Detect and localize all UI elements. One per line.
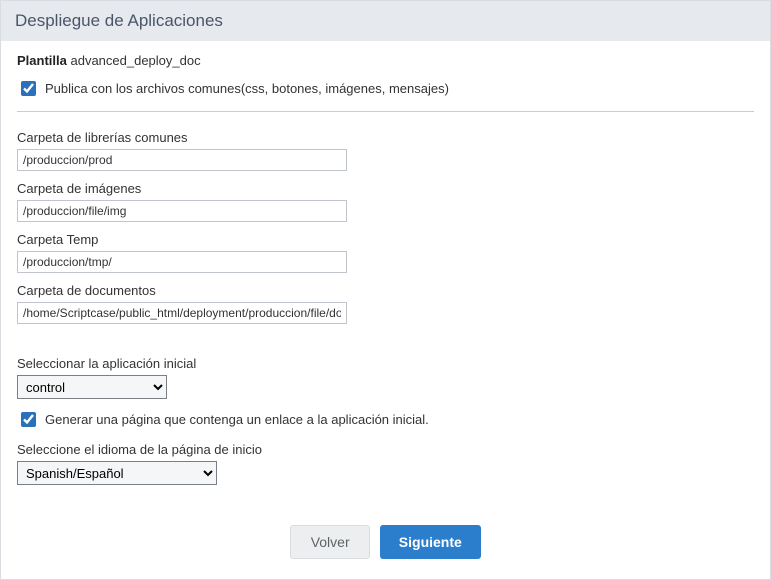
- template-name: advanced_deploy_doc: [70, 53, 200, 68]
- back-button[interactable]: Volver: [290, 525, 370, 559]
- initial-app-block: Seleccionar la aplicación inicial contro…: [17, 356, 754, 399]
- generate-link-checkbox[interactable]: [21, 412, 36, 427]
- separator: [17, 111, 754, 112]
- language-select[interactable]: Spanish/Español: [17, 461, 217, 485]
- initial-app-label: Seleccionar la aplicación inicial: [17, 356, 754, 371]
- field-img: Carpeta de imágenes: [17, 181, 754, 222]
- publish-common-label: Publica con los archivos comunes(css, bo…: [45, 81, 449, 96]
- initial-app-select[interactable]: control: [17, 375, 167, 399]
- field-libs: Carpeta de librerías comunes: [17, 130, 754, 171]
- template-row: Plantilla advanced_deploy_doc: [17, 53, 754, 68]
- img-input[interactable]: [17, 200, 347, 222]
- generate-link-row: Generar una página que contenga un enlac…: [17, 409, 754, 430]
- doc-input[interactable]: [17, 302, 347, 324]
- field-tmp: Carpeta Temp: [17, 232, 754, 273]
- panel-title: Despliegue de Aplicaciones: [1, 1, 770, 41]
- language-label: Seleccione el idioma de la página de ini…: [17, 442, 754, 457]
- button-row: Volver Siguiente: [17, 525, 754, 559]
- field-doc: Carpeta de documentos: [17, 283, 754, 324]
- deploy-panel: Despliegue de Aplicaciones Plantilla adv…: [0, 0, 771, 580]
- libs-label: Carpeta de librerías comunes: [17, 130, 754, 145]
- language-block: Seleccione el idioma de la página de ini…: [17, 442, 754, 485]
- doc-label: Carpeta de documentos: [17, 283, 754, 298]
- tmp-input[interactable]: [17, 251, 347, 273]
- generate-link-label: Generar una página que contenga un enlac…: [45, 412, 429, 427]
- publish-common-checkbox[interactable]: [21, 81, 36, 96]
- libs-input[interactable]: [17, 149, 347, 171]
- next-button[interactable]: Siguiente: [380, 525, 481, 559]
- panel-body: Plantilla advanced_deploy_doc Publica co…: [1, 41, 770, 579]
- publish-common-row: Publica con los archivos comunes(css, bo…: [17, 78, 754, 99]
- img-label: Carpeta de imágenes: [17, 181, 754, 196]
- tmp-label: Carpeta Temp: [17, 232, 754, 247]
- template-label: Plantilla: [17, 53, 67, 68]
